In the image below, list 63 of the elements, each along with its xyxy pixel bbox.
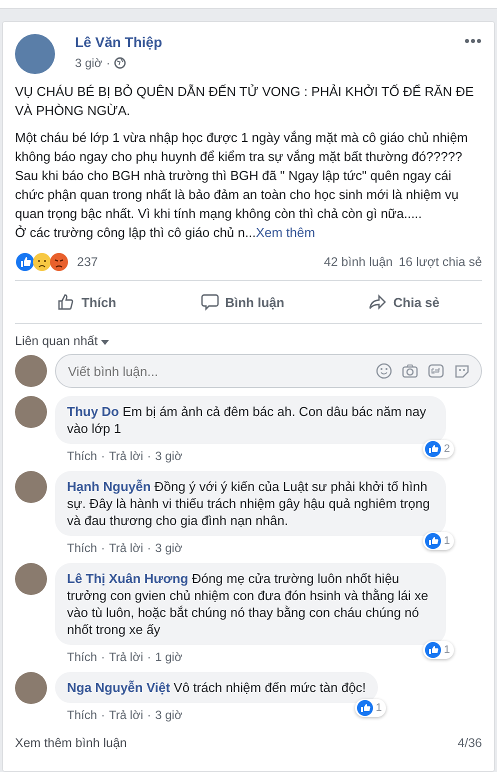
reply-link[interactable]: Trả lời (109, 650, 144, 664)
separator: · (147, 708, 152, 722)
caret-icon[interactable] (101, 340, 110, 345)
like-link[interactable]: Thích (67, 650, 98, 664)
post-time[interactable]: 3 giờ (75, 56, 102, 70)
separator: · (106, 56, 110, 70)
comment-count[interactable]: 42 bình luận (324, 255, 393, 269)
reply-link[interactable]: Trả lời (109, 541, 144, 555)
like-link[interactable]: Thích (67, 449, 98, 463)
separator: · (147, 541, 152, 555)
like-link[interactable]: Thích (67, 708, 98, 722)
share-arrow-icon (369, 293, 388, 311)
avatar-placeholder (15, 396, 47, 428)
like-icon (424, 642, 441, 658)
thumbs-up-icon (57, 293, 76, 311)
like-count-badge[interactable]: 1 (422, 641, 454, 659)
share-count[interactable]: 16 lượt chia sẻ (398, 255, 482, 269)
reaction-count[interactable]: 237 (77, 255, 98, 269)
separator: · (147, 650, 152, 664)
comment-time[interactable]: 3 giờ (155, 541, 182, 555)
comment-text: Nga Nguyễn Việt Vô trách nhiệm đến mức tàn độc! (67, 679, 366, 696)
emoji-icon[interactable] (376, 363, 392, 379)
like-count-badge[interactable]: 2 (422, 440, 454, 458)
like-link[interactable]: Thích (67, 541, 98, 555)
like-count-badge[interactable]: 1 (422, 532, 454, 550)
avatar-placeholder (15, 355, 47, 387)
avatar-placeholder (15, 563, 47, 595)
comment-text: Lê Thị Xuân Hương Đóng mẹ cửa trường luôn nhốt hiệu trưởng con gvien chủ nhiệm con đưa đón hsinh và thằng lái xe vào tù luôn, hoặc bắt chúng nó thay bằng con cháu chúng nó nhốt trong xe ấy (67, 570, 430, 638)
comment-time[interactable]: 1 giờ (155, 650, 182, 664)
like-count-badge[interactable]: 1 (354, 699, 386, 717)
post-text: VỤ CHÁU BÉ BỊ BỎ QUÊN DẪN ĐẾN TỬ VONG : PHẢI KHỞI TỐ ĐỂ RĂN ĐE VÀ PHÒNG NGỪA. (15, 83, 475, 120)
camera-icon[interactable] (402, 363, 418, 379)
speech-bubble-icon (201, 293, 220, 311)
share-button[interactable]: Chia sẻ (355, 285, 454, 319)
gif-icon[interactable] (428, 363, 444, 379)
comment-time[interactable]: 3 giờ (155, 708, 182, 722)
like-icon (424, 533, 441, 549)
comment-button[interactable]: Bình luận (187, 285, 298, 319)
like-button[interactable]: Thích (43, 285, 130, 319)
like-icon (356, 700, 373, 716)
comment-text: Hạnh Nguyễn Đồng ý với ý kiến của Luật sư phải khởi tố hình sự. Đây là hành vi thiếu trách nhiệm gây hậu quả nghiêm trọng và đau thương cho gia đình nạn nhân. (67, 478, 431, 529)
separator: · (147, 449, 152, 463)
more-comments-link[interactable]: Xem thêm bình luận (15, 736, 127, 750)
sticker-icon[interactable] (454, 363, 470, 379)
comment-text: Thuy Do Em bị ám ảnh cả đêm bác ah. Con dâu bác năm nay vào lớp 1 (67, 403, 428, 437)
separator: · (101, 708, 106, 722)
separator: · (101, 650, 106, 664)
avatar-placeholder (15, 471, 47, 503)
avatar-placeholder (15, 672, 47, 704)
sort-dropdown[interactable]: Liên quan nhất (15, 334, 110, 348)
see-more-link[interactable]: Xem thêm (256, 225, 316, 240)
post-text: Một cháu bé lớp 1 vừa nhập học được 1 ngày vắng mặt mà cô giáo chủ nhiệm không báo ngay cho phụ huynh để kiểm tra sự vắng mặt bất thường đó????? Sau khi báo cho BGH nhà trường thì BGH đã " Ngay lập tức" quên ngay cái chức phận quan trong nhất là bảo đảm an toàn cho học sinh mới là nhiệm vụ quan trọng bậc nhất. Vì khi tính mạng không còn thì chả còn gì nữa..... Ở các trường công lập thì cô giáo chủ n...Xem thêm (15, 129, 469, 242)
comment-time[interactable]: 3 giờ (155, 449, 182, 463)
avatar-placeholder (15, 34, 55, 74)
reply-link[interactable]: Trả lời (109, 449, 144, 463)
more-options-icon[interactable] (464, 38, 482, 44)
separator: · (101, 541, 106, 555)
separator: · (101, 449, 106, 463)
reply-link[interactable]: Trả lời (109, 708, 144, 722)
comment-input[interactable]: Viết bình luận... (55, 354, 482, 388)
comment-pager: 4/36 (458, 736, 482, 750)
like-icon (424, 441, 441, 457)
author-name[interactable]: Lê Văn Thiệp (75, 34, 162, 50)
